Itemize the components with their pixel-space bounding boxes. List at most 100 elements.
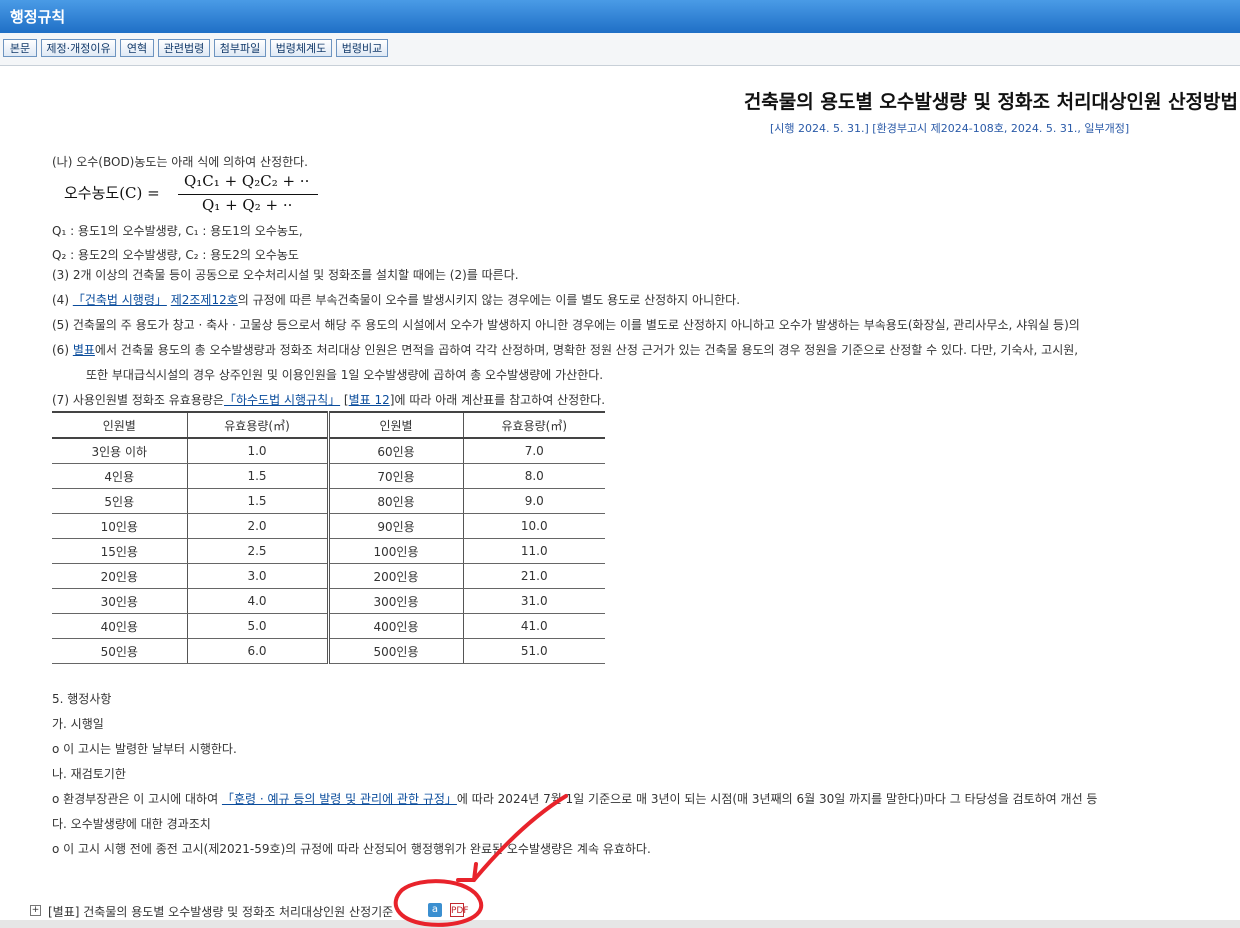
paragraph-4: (4) 「건축법 시행령」 제2조제12호의 규정에 따른 부속건축물이 오수를… bbox=[52, 291, 740, 308]
transition-text: o 이 고시 시행 전에 종전 고시(제2021-59호)의 규정에 따라 산정… bbox=[52, 842, 651, 856]
table-row: 40인용 5.0 400인용 41.0 bbox=[52, 613, 605, 639]
q1-definition: Q₁ : 용도1의 오수발생량, C₁ : 용도1의 오수농도, bbox=[52, 224, 303, 238]
horizontal-scrollbar[interactable] bbox=[0, 920, 1240, 928]
tab-history-button[interactable]: 연혁 bbox=[120, 39, 154, 57]
table-cell: 2.5 bbox=[187, 538, 330, 564]
table-cell: 1.5 bbox=[187, 488, 330, 514]
paragraph-6: (6) 별표에서 건축물 용도의 총 오수발생량과 정화조 처리대상 인원은 면… bbox=[52, 341, 1078, 358]
table-cell: 3인용 이하 bbox=[52, 438, 188, 464]
formula-numerator: Q₁C₁ + Q₂C₂ + ·· bbox=[184, 172, 310, 190]
annotation-arrow-shaft bbox=[472, 794, 568, 882]
table-cell: 51.0 bbox=[463, 638, 605, 664]
table-cell: 80인용 bbox=[328, 488, 464, 514]
septic-capacity-table: 인원별 유효용량(㎥) 인원별 유효용량(㎥) 3인용 이하 1.0 60인용 7.0… bbox=[52, 411, 605, 664]
table-cell: 10.0 bbox=[463, 513, 605, 539]
table-cell: 40인용 bbox=[52, 613, 188, 639]
table-cell: 21.0 bbox=[463, 563, 605, 589]
tab-law-compare-button[interactable]: 법령비교 bbox=[336, 39, 388, 57]
hwp-download-icon[interactable]: a bbox=[428, 903, 442, 917]
formula-lhs: 오수농도(C) = bbox=[64, 184, 160, 202]
table-cell: 5.0 bbox=[187, 613, 330, 639]
appendix-link[interactable]: 별표 bbox=[73, 343, 95, 357]
table-cell: 6.0 bbox=[187, 638, 330, 664]
table-header-row: 인원별 유효용량(㎥) 인원별 유효용량(㎥) bbox=[52, 411, 605, 439]
table-cell: 100인용 bbox=[328, 538, 464, 564]
tab-revision-reason-button[interactable]: 제정·개정이유 bbox=[41, 39, 116, 57]
review-deadline-heading: 나. 재검토기한 bbox=[52, 767, 126, 781]
table-cell: 1.0 bbox=[187, 438, 330, 464]
paragraph-7-bracket: [ bbox=[340, 393, 349, 407]
table-header-cell: 인원별 bbox=[328, 411, 464, 439]
table-row: 20인용 3.0 200인용 21.0 bbox=[52, 563, 605, 589]
tab-attachments-button[interactable]: 첨부파일 bbox=[214, 39, 266, 57]
table-cell: 31.0 bbox=[463, 588, 605, 614]
table-row: 4인용 1.5 70인용 8.0 bbox=[52, 463, 605, 489]
appendix-attachment-label[interactable]: [별표] 건축물의 용도별 오수발생량 및 정화조 처리대상인원 산정기준 bbox=[48, 903, 393, 920]
formula-denominator: Q₁ + Q₂ + ·· bbox=[202, 196, 293, 214]
review-deadline-body: 에 따라 2024년 7월 1일 기준으로 매 3년이 되는 시점(매 3년째의… bbox=[456, 792, 1098, 806]
table-cell: 4인용 bbox=[52, 463, 188, 489]
table-cell: 500인용 bbox=[328, 638, 464, 664]
review-deadline-text: o 환경부장관은 이 고시에 대하여 「훈령 · 예규 등의 발령 및 관리에 … bbox=[52, 790, 1097, 807]
table-row: 15인용 2.5 100인용 11.0 bbox=[52, 538, 605, 564]
table-cell: 8.0 bbox=[463, 463, 605, 489]
tab-law-diagram-button[interactable]: 법령체계도 bbox=[270, 39, 332, 57]
toolbar: 본문 제정·개정이유 연혁 관련법령 첨부파일 법령체계도 법령비교 bbox=[0, 33, 1240, 66]
formula-fraction-bar bbox=[178, 194, 318, 195]
table-cell: 20인용 bbox=[52, 563, 188, 589]
table-row: 30인용 4.0 300인용 31.0 bbox=[52, 588, 605, 614]
table-cell: 7.0 bbox=[463, 438, 605, 464]
paragraph-na: (나) 오수(BOD)농도는 아래 식에 의하여 산정한다. bbox=[52, 155, 309, 169]
paragraph-4-text: 의 규정에 따른 부속건축물이 오수를 발생시키지 않는 경우에는 이를 별도 … bbox=[237, 293, 741, 307]
paragraph-7-text: ]에 따라 아래 계산표를 참고하여 산정한다. bbox=[389, 393, 606, 407]
tab-body-button[interactable]: 본문 bbox=[3, 39, 37, 57]
building-act-decree-link[interactable]: 「건축법 시행령」 bbox=[73, 293, 167, 307]
table-cell: 70인용 bbox=[328, 463, 464, 489]
pdf-download-icon[interactable]: PDF bbox=[450, 903, 469, 917]
table-cell: 50인용 bbox=[52, 638, 188, 664]
paragraph-7: (7) 사용인원별 정화조 유효용량은「하수도법 시행규칙」 [별표 12]에 … bbox=[52, 391, 605, 408]
table-cell: 2.0 bbox=[187, 513, 330, 539]
table-header-cell: 유효용량(㎥) bbox=[187, 411, 330, 439]
q2-definition: Q₂ : 용도2의 오수발생량, C₂ : 용도2의 오수농도 bbox=[52, 248, 299, 262]
annotation-arrow-head bbox=[456, 862, 478, 882]
paragraph-6-text: 에서 건축물 용도의 총 오수발생량과 정화조 처리대상 인원은 면적을 곱하여… bbox=[94, 343, 1079, 357]
table-row: 10인용 2.0 90인용 10.0 bbox=[52, 513, 605, 539]
review-deadline-prefix: o 환경부장관은 이 고시에 대하여 bbox=[52, 792, 222, 806]
effective-date-text: o 이 고시는 발령한 날부터 시행한다. bbox=[52, 742, 237, 756]
table-row: 50인용 6.0 500인용 51.0 bbox=[52, 638, 605, 664]
table-cell: 200인용 bbox=[328, 563, 464, 589]
effective-date-heading: 가. 시행일 bbox=[52, 717, 104, 731]
table-header-cell: 유효용량(㎥) bbox=[463, 411, 605, 439]
table-cell: 400인용 bbox=[328, 613, 464, 639]
tab-related-laws-button[interactable]: 관련법령 bbox=[158, 39, 210, 57]
table-cell: 1.5 bbox=[187, 463, 330, 489]
paragraph-6-continued: 또한 부대급식시설의 경우 상주인원 및 이용인원을 1일 오수발생량에 곱하여… bbox=[86, 368, 604, 382]
table-header-cell: 인원별 bbox=[52, 411, 188, 439]
table-cell: 41.0 bbox=[463, 613, 605, 639]
table-cell: 30인용 bbox=[52, 588, 188, 614]
table-cell: 11.0 bbox=[463, 538, 605, 564]
table-cell: 5인용 bbox=[52, 488, 188, 514]
appendix-12-link[interactable]: 별표 12 bbox=[349, 393, 390, 407]
table-row: 5인용 1.5 80인용 9.0 bbox=[52, 488, 605, 514]
document-meta: [시행 2024. 5. 31.] [환경부고시 제2024-108호, 202… bbox=[770, 122, 1130, 135]
table-cell: 60인용 bbox=[328, 438, 464, 464]
paragraph-4-prefix: (4) bbox=[52, 293, 73, 307]
paragraph-7-prefix: (7) 사용인원별 정화조 유효용량은 bbox=[52, 393, 224, 407]
paragraph-3: (3) 2개 이상의 건축물 등이 공동으로 오수처리시설 및 정화조를 설치할… bbox=[52, 268, 519, 282]
concentration-formula: 오수농도(C) = Q₁C₁ + Q₂C₂ + ·· Q₁ + Q₂ + ·· bbox=[64, 172, 334, 218]
section-5-heading: 5. 행정사항 bbox=[52, 692, 112, 706]
sewerage-act-rules-link[interactable]: 「하수도법 시행규칙」 bbox=[224, 393, 340, 407]
table-row: 3인용 이하 1.0 60인용 7.0 bbox=[52, 438, 605, 464]
table-cell: 4.0 bbox=[187, 588, 330, 614]
table-body: 3인용 이하 1.0 60인용 7.0 4인용 1.5 70인용 8.0 5인용 1.5 80인용 9… bbox=[52, 438, 605, 664]
table-cell: 300인용 bbox=[328, 588, 464, 614]
directive-regulation-link[interactable]: 「훈령 · 예규 등의 발령 및 관리에 관한 규정」 bbox=[222, 792, 457, 806]
expand-icon[interactable]: + bbox=[30, 905, 41, 916]
table-cell: 3.0 bbox=[187, 563, 330, 589]
transition-heading: 다. 오수발생량에 대한 경과조치 bbox=[52, 817, 211, 831]
app-title: 행정규칙 bbox=[10, 8, 66, 26]
article-2-12-link[interactable]: 제2조제12호 bbox=[171, 293, 238, 307]
app-header: 행정규칙 bbox=[0, 0, 1240, 33]
